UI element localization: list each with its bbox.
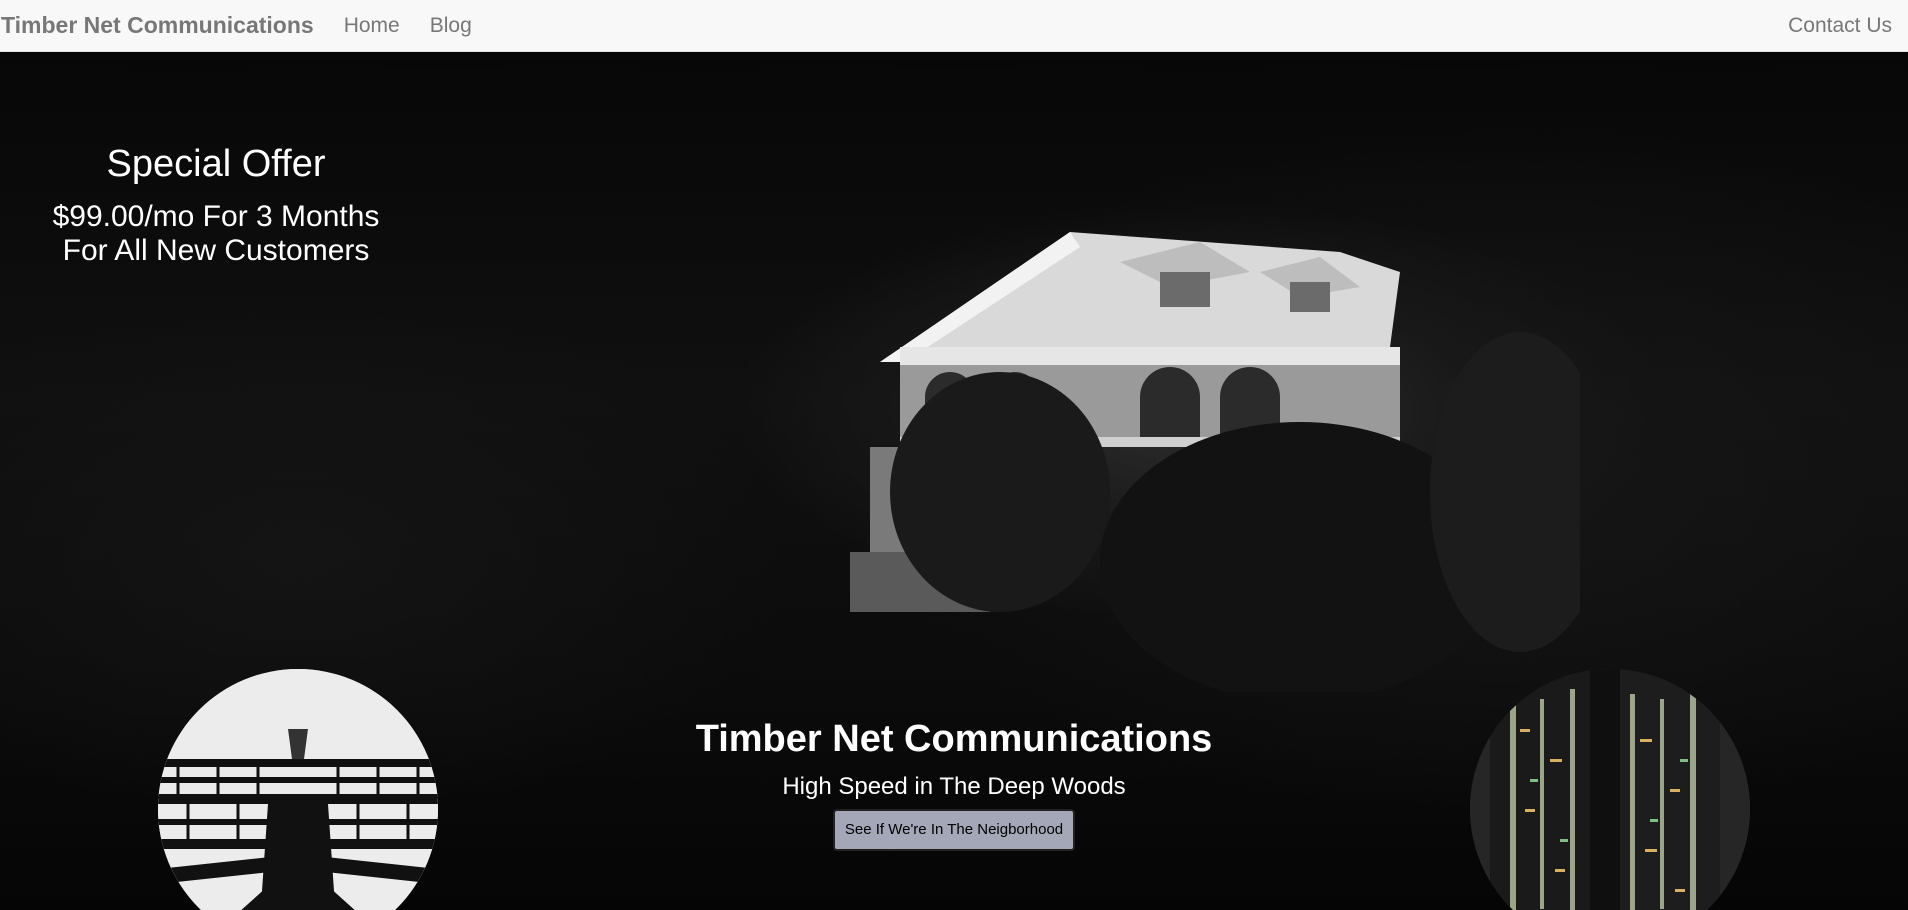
offer-title: Special Offer <box>106 143 326 185</box>
special-offer: Special Offer $99.00/mo For 3 Months For… <box>0 142 432 268</box>
navbar: Timber Net Communications Home Blog Cont… <box>0 0 1908 52</box>
offer-audience: For All New Customers <box>62 234 370 267</box>
nav-blog-link[interactable]: Blog <box>430 14 472 38</box>
hero-background-house-image <box>850 232 1580 692</box>
hero-section: Special Offer $99.00/mo For 3 Months For… <box>0 52 1908 910</box>
hero-subtitle: High Speed in The Deep Woods <box>782 773 1126 800</box>
nav-contact-link[interactable]: Contact Us <box>1788 14 1892 38</box>
check-neighborhood-button[interactable]: See If We're In The Neigborhood <box>832 809 1076 851</box>
hero-content: Timber Net Communications High Speed in … <box>0 716 1908 851</box>
brand-link[interactable]: Timber Net Communications <box>1 12 314 39</box>
offer-price: $99.00/mo For 3 Months <box>52 200 380 233</box>
nav-home-link[interactable]: Home <box>344 14 400 38</box>
hero-title: Timber Net Communications <box>695 718 1213 760</box>
